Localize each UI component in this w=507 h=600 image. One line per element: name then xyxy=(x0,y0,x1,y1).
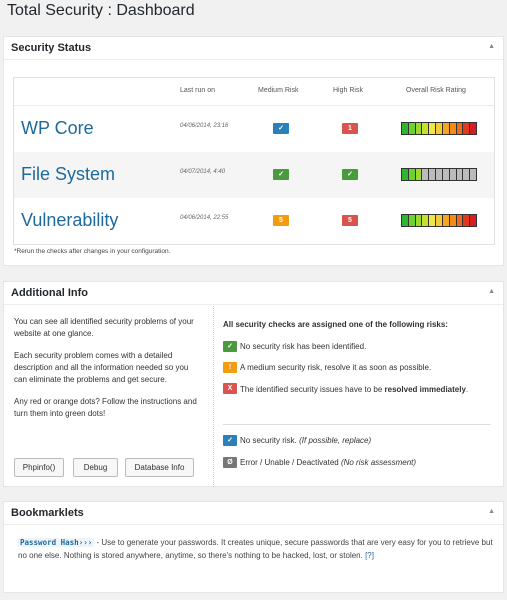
status-table: Last run on Medium Risk High Risk Overal… xyxy=(13,77,495,245)
security-status-panel: Security Status ▲ Last run on Medium Ris… xyxy=(3,36,504,266)
col-overall-rating: Overall Risk Rating xyxy=(406,87,466,94)
last-run-date: 04/06/2014, 22:55 xyxy=(180,215,229,221)
collapse-toggle-icon[interactable]: ▲ xyxy=(488,43,495,50)
overall-risk-rating-bar xyxy=(401,168,477,181)
password-hash-bookmarklet-link[interactable]: Password Hash››› xyxy=(18,538,95,547)
rating-segment xyxy=(429,169,437,180)
additional-info-header[interactable]: Additional Info ▲ xyxy=(4,282,503,305)
rating-segment xyxy=(470,215,476,226)
rating-segment xyxy=(415,123,423,134)
rating-segment xyxy=(449,215,457,226)
rating-segment xyxy=(436,169,443,180)
col-high-risk: High Risk xyxy=(333,87,363,94)
database-info-button[interactable]: Database Info xyxy=(125,458,194,477)
warning-icon: ! xyxy=(223,362,237,373)
rating-segment xyxy=(402,169,409,180)
last-run-date: 04/06/2014, 23:16 xyxy=(180,123,229,129)
rating-segment xyxy=(408,123,416,134)
collapse-toggle-icon[interactable]: ▲ xyxy=(488,288,495,295)
collapse-toggle-icon[interactable]: ▲ xyxy=(488,508,495,515)
bookmarklets-header[interactable]: Bookmarklets ▲ xyxy=(4,502,503,525)
last-run-date: 04/07/2014, 4:40 xyxy=(180,169,226,175)
check-icon: ✓ xyxy=(223,341,237,352)
rating-segment xyxy=(463,169,471,180)
debug-button[interactable]: Debug xyxy=(73,458,118,477)
check-name-link[interactable]: File System xyxy=(21,164,115,185)
rating-segment xyxy=(442,215,450,226)
info-paragraph: You can see all identified security prob… xyxy=(14,317,194,338)
phpinfo-button[interactable]: Phpinfo() xyxy=(14,458,64,477)
rating-segment xyxy=(442,169,450,180)
rating-segment xyxy=(456,123,464,134)
rating-segment xyxy=(402,215,409,226)
info-paragraph: Any red or orange dots? Follow the instr… xyxy=(14,397,197,418)
rating-segment xyxy=(442,123,450,134)
rating-segment xyxy=(422,169,430,180)
additional-info-panel: Additional Info ▲ You can see all identi… xyxy=(3,281,504,487)
overall-risk-rating-bar xyxy=(401,214,477,227)
rating-segment xyxy=(436,123,443,134)
legend-text: A medium security risk, resolve it as so… xyxy=(240,363,432,372)
overall-risk-rating-bar xyxy=(401,122,477,135)
rating-segment xyxy=(429,215,437,226)
rating-segment xyxy=(456,215,464,226)
legend-text: No security risk. (If possible, replace) xyxy=(240,436,372,445)
bookmarklets-title: Bookmarklets xyxy=(11,507,84,519)
high-risk-badge: 5 xyxy=(342,215,358,226)
col-medium-risk: Medium Risk xyxy=(258,87,299,94)
rerun-footnote: *Rerun the checks after changes in your … xyxy=(14,248,171,255)
rating-segment xyxy=(422,215,430,226)
rating-segment xyxy=(408,215,416,226)
medium-risk-badge: ✓ xyxy=(273,123,289,134)
col-last-run: Last run on xyxy=(180,87,216,94)
legend-text: Error / Unable / Deactivated (No risk as… xyxy=(240,458,417,467)
rating-segment xyxy=(470,169,476,180)
status-table-header: Last run on Medium Risk High Risk Overal… xyxy=(14,78,494,106)
security-status-title: Security Status xyxy=(11,42,92,54)
error-x-icon: X xyxy=(223,383,237,394)
info-paragraph: Each security problem comes with a detai… xyxy=(14,351,189,384)
info-description: You can see all identified security prob… xyxy=(14,316,202,430)
check-name-link[interactable]: WP Core xyxy=(21,118,94,139)
rating-segment xyxy=(429,123,437,134)
null-icon: Ø xyxy=(223,457,237,468)
bookmarklet-description: Password Hash››› - Use to generate your … xyxy=(18,536,494,562)
help-link[interactable]: [?] xyxy=(365,551,374,560)
rating-segment xyxy=(415,169,423,180)
rating-segment xyxy=(463,123,471,134)
medium-risk-badge: 5 xyxy=(273,215,289,226)
rating-segment xyxy=(436,215,443,226)
status-row-file-system: File System 04/07/2014, 4:40 ✓ ✓ xyxy=(14,152,494,198)
legend-separator xyxy=(223,424,491,425)
status-row-vulnerability: Vulnerability 04/06/2014, 22:55 5 5 xyxy=(14,198,494,244)
rating-segment xyxy=(422,123,430,134)
rating-segment xyxy=(449,123,457,134)
check-name-link[interactable]: Vulnerability xyxy=(21,210,118,231)
medium-risk-badge: ✓ xyxy=(273,169,289,180)
legend-text: The identified security issues have to b… xyxy=(240,385,469,394)
page-title: Total Security : Dashboard xyxy=(7,2,195,19)
bookmarklets-panel: Bookmarklets ▲ Password Hash››› - Use to… xyxy=(3,501,504,593)
security-status-header[interactable]: Security Status ▲ xyxy=(4,37,503,60)
rating-segment xyxy=(408,169,416,180)
legend-text: No security risk has been identified. xyxy=(240,342,367,351)
high-risk-badge: 1 xyxy=(342,123,358,134)
column-divider xyxy=(213,306,214,487)
check-icon: ✓ xyxy=(223,435,237,446)
rating-segment xyxy=(449,169,457,180)
risk-legend-heading: All security checks are assigned one of … xyxy=(223,320,448,329)
status-row-wp-core: WP Core 04/06/2014, 23:16 ✓ 1 xyxy=(14,106,494,152)
rating-segment xyxy=(402,123,409,134)
rating-segment xyxy=(456,169,464,180)
rating-segment xyxy=(470,123,476,134)
rating-segment xyxy=(463,215,471,226)
rating-segment xyxy=(415,215,423,226)
additional-info-title: Additional Info xyxy=(11,287,88,299)
high-risk-badge: ✓ xyxy=(342,169,358,180)
